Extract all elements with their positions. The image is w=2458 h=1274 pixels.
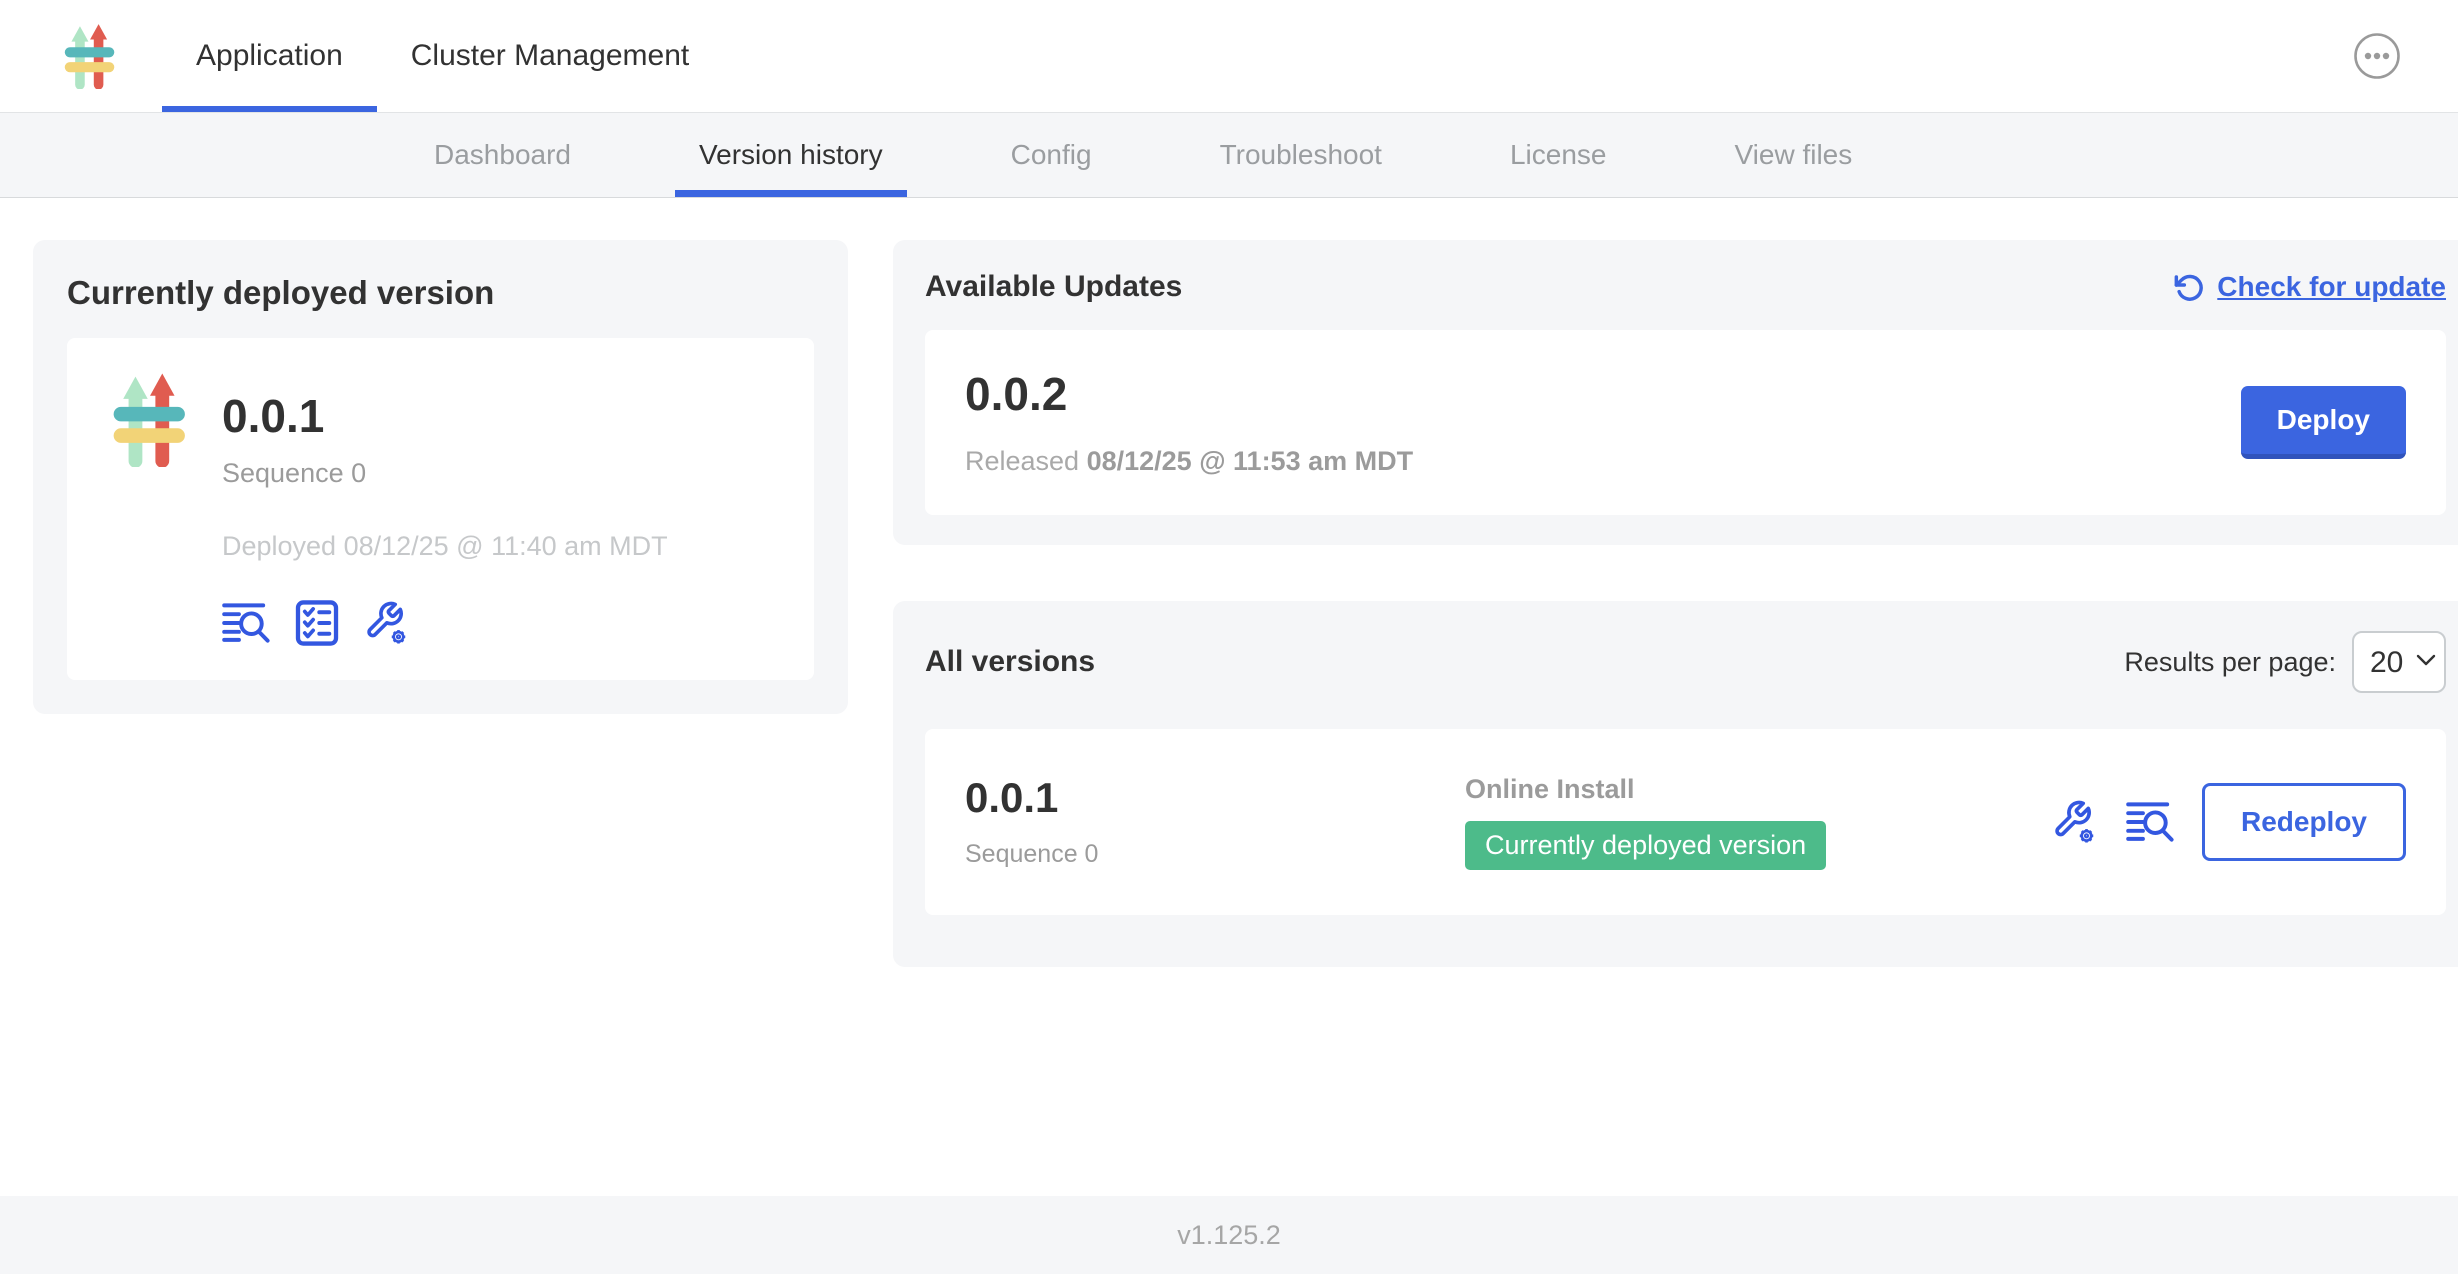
tab-license[interactable]: License bbox=[1486, 113, 1631, 197]
version-row: 0.0.1 Sequence 0 Online Install Currentl… bbox=[925, 729, 2446, 915]
current-version-actions bbox=[222, 600, 668, 646]
currently-deployed-card: Currently deployed version 0.0.1 Sequenc… bbox=[33, 240, 848, 714]
all-versions-card: All versions Results per page: 20 bbox=[893, 601, 2458, 967]
currently-deployed-badge: Currently deployed version bbox=[1465, 821, 1826, 870]
tab-application[interactable]: Application bbox=[162, 0, 377, 112]
redeploy-button[interactable]: Redeploy bbox=[2202, 783, 2406, 861]
update-row: 0.0.2 Released 08/12/25 @ 11:53 am MDT D… bbox=[925, 330, 2446, 515]
row-version-sequence: Sequence 0 bbox=[965, 840, 1465, 869]
install-type-label: Online Install bbox=[1465, 774, 2030, 805]
view-logs-icon[interactable] bbox=[2126, 799, 2176, 845]
version-row-actions: Redeploy bbox=[2050, 783, 2406, 861]
preflight-checks-icon[interactable] bbox=[292, 600, 342, 646]
app-header: Application Cluster Management bbox=[0, 0, 2458, 113]
overflow-menu-button[interactable] bbox=[2352, 31, 2402, 81]
check-for-update-label: Check for update bbox=[2217, 271, 2446, 303]
primary-nav: Application Cluster Management bbox=[162, 0, 723, 112]
current-version-sequence: Sequence 0 bbox=[222, 458, 668, 489]
app-logo-icon bbox=[56, 23, 122, 89]
tab-cluster-management[interactable]: Cluster Management bbox=[377, 0, 723, 112]
results-per-page-label: Results per page: bbox=[2124, 647, 2336, 678]
currently-deployed-version-panel: 0.0.1 Sequence 0 Deployed 08/12/25 @ 11:… bbox=[67, 338, 814, 680]
app-subnav: Dashboard Version history Config Trouble… bbox=[0, 113, 2458, 198]
update-version-number: 0.0.2 bbox=[965, 368, 1413, 420]
tab-view-files[interactable]: View files bbox=[1710, 113, 1876, 197]
admin-console-page: Application Cluster Management Dashboard… bbox=[0, 0, 2458, 1274]
view-logs-icon[interactable] bbox=[222, 600, 272, 646]
main-content: Currently deployed version 0.0.1 Sequenc… bbox=[0, 198, 2458, 1196]
currently-deployed-title: Currently deployed version bbox=[67, 274, 814, 312]
check-for-update-link[interactable]: Check for update bbox=[2173, 271, 2446, 303]
update-released-timestamp: Released 08/12/25 @ 11:53 am MDT bbox=[965, 446, 1413, 477]
tab-version-history[interactable]: Version history bbox=[675, 113, 907, 197]
results-per-page-select[interactable]: 20 bbox=[2352, 631, 2446, 693]
edit-config-icon[interactable] bbox=[2050, 799, 2100, 845]
current-version-deployed-timestamp: Deployed 08/12/25 @ 11:40 am MDT bbox=[222, 531, 668, 562]
tab-config[interactable]: Config bbox=[987, 113, 1116, 197]
edit-config-icon[interactable] bbox=[362, 600, 412, 646]
row-version-number: 0.0.1 bbox=[965, 776, 1465, 820]
ellipsis-icon bbox=[2352, 31, 2402, 81]
console-version-label: v1.125.2 bbox=[1177, 1220, 1281, 1251]
tab-dashboard[interactable]: Dashboard bbox=[410, 113, 595, 197]
all-versions-title: All versions bbox=[925, 645, 1095, 679]
available-updates-title: Available Updates bbox=[925, 270, 1182, 304]
results-per-page-select-wrap: 20 bbox=[2352, 631, 2446, 693]
tab-troubleshoot[interactable]: Troubleshoot bbox=[1196, 113, 1406, 197]
deploy-button[interactable]: Deploy bbox=[2241, 386, 2406, 459]
page-footer: v1.125.2 bbox=[0, 1196, 2458, 1274]
refresh-icon bbox=[2173, 271, 2205, 303]
app-logo-icon bbox=[101, 372, 196, 467]
current-version-number: 0.0.1 bbox=[222, 390, 668, 442]
available-updates-card: Available Updates Check for update 0.0.2… bbox=[893, 240, 2458, 545]
